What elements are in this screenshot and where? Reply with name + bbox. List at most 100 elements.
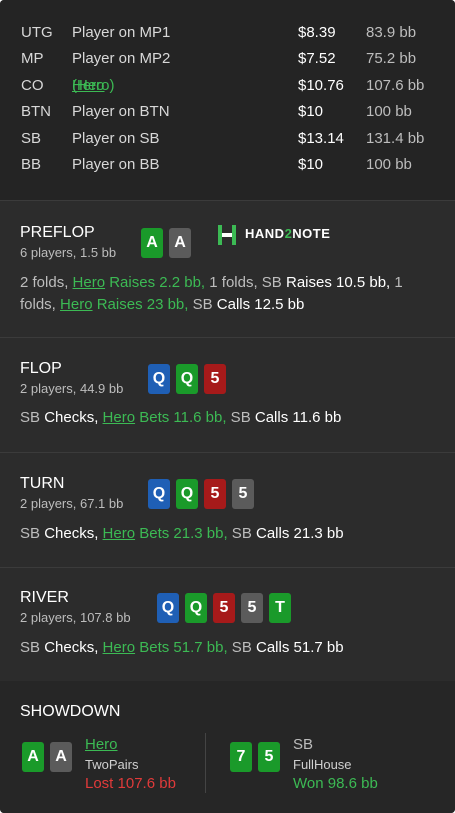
player-stack-bb: 107.6 bb <box>366 77 425 94</box>
board-card: Q <box>185 593 207 623</box>
seat-position: MP <box>21 50 44 67</box>
action-text: 1 folds, SB <box>205 274 286 291</box>
street-players: 2 players, 67.1 bb <box>20 496 124 511</box>
seat-position: UTG <box>21 24 53 41</box>
player-stack-bb: 100 bb <box>366 156 412 173</box>
hero-action: Raises 23 bb, <box>92 296 189 313</box>
hand-history-panel: UTG Player on MP1 $8.39 83.9 bb MP Playe… <box>0 0 455 813</box>
villain-showdown-card: 5 <box>258 742 280 772</box>
player-stack: $10.76 <box>298 77 344 94</box>
street-players: 6 players, 1.5 bb <box>20 245 117 260</box>
board-card: 5 <box>232 479 254 509</box>
action-text: SB <box>227 525 256 542</box>
hero-showdown-card: A <box>22 742 44 772</box>
seats-table: UTG Player on MP1 $8.39 83.9 bb MP Playe… <box>0 0 455 201</box>
player-stack-bb: 83.9 bb <box>366 24 417 41</box>
hole-card: A <box>169 228 191 258</box>
action-text: SB <box>20 525 45 542</box>
street-title: FLOP <box>20 360 62 377</box>
preflop-actions: 2 folds, Hero Raises 2.2 bb, 1 folds, SB… <box>20 272 430 316</box>
seat-position: SB <box>21 130 42 147</box>
action-text: SB <box>226 409 255 426</box>
seat-row-utg: UTG Player on MP1 $8.39 83.9 bb <box>0 21 455 45</box>
seat-row-co: CO Hero (Hero) $10.76 107.6 bb <box>0 74 455 98</box>
player-stack: $7.52 <box>298 50 336 67</box>
hero-tag: (Hero) <box>72 77 115 94</box>
showdown-villain-name: SB <box>293 736 314 753</box>
showdown-hero-result: Lost 107.6 bb <box>85 775 176 792</box>
turn-actions: SB Checks, Hero Bets 21.3 bb, SB Calls 2… <box>20 523 430 545</box>
villain-action: Calls 51.7 bb <box>256 639 344 656</box>
action-text: 1 <box>390 274 403 291</box>
street-players: 2 players, 44.9 bb <box>20 381 124 396</box>
hero-showdown-card: A <box>50 742 72 772</box>
seat-row-sb: SB Player on SB $13.14 131.4 bb <box>0 127 455 151</box>
board-card: Q <box>157 593 179 623</box>
showdown-hero-name: Hero <box>85 736 118 753</box>
board-card: Q <box>176 364 198 394</box>
board-card: Q <box>148 364 170 394</box>
player-stack-bb: 100 bb <box>366 103 412 120</box>
seat-position: BB <box>21 156 42 173</box>
hero-action: Bets 11.6 bb, <box>135 409 227 426</box>
board-card: Q <box>176 479 198 509</box>
logo-text-part: HAND <box>245 226 285 241</box>
preflop-section: PREFLOP 6 players, 1.5 bb A A 2 folds, H… <box>0 201 455 338</box>
showdown-villain-hand: FullHouse <box>293 757 352 772</box>
board-card: Q <box>148 479 170 509</box>
river-section: RIVER 2 players, 107.8 bb Q Q 5 5 T SB C… <box>0 568 455 681</box>
seat-position: BTN <box>21 103 51 120</box>
player-name: Player on MP1 <box>72 24 171 41</box>
hero-player-link[interactable]: Hero <box>103 525 136 542</box>
hero-action: Bets 21.3 bb, <box>135 525 228 542</box>
villain-action: Calls 21.3 bb <box>256 525 344 542</box>
villain-action: Calls 11.6 bb <box>254 409 342 426</box>
player-stack-bb: 75.2 bb <box>366 50 417 67</box>
player-stack: $10 <box>298 103 324 120</box>
seat-row-bb: BB Player on BB $10 100 bb <box>0 153 455 177</box>
hero-action: Bets 51.7 bb, <box>135 639 228 656</box>
flop-section: FLOP 2 players, 44.9 bb Q Q 5 SB Checks,… <box>0 338 455 453</box>
showdown-section: SHOWDOWN A A Hero TwoPairs Lost 107.6 bb… <box>0 681 455 813</box>
villain-action: Checks, <box>44 525 103 542</box>
showdown-title: SHOWDOWN <box>20 703 121 720</box>
hero-player-link[interactable]: Hero <box>85 736 118 753</box>
player-stack-bb: 131.4 bb <box>366 130 425 147</box>
street-players: 2 players, 107.8 bb <box>20 610 131 625</box>
player-stack: $10 <box>298 156 324 173</box>
board-card: T <box>269 593 291 623</box>
street-title: RIVER <box>20 589 69 606</box>
street-title: TURN <box>20 475 65 492</box>
player-stack: $13.14 <box>298 130 344 147</box>
seat-position: CO <box>21 77 44 94</box>
action-text: SB <box>20 639 45 656</box>
action-text: SB <box>188 296 217 313</box>
hero-player-link[interactable]: Hero <box>73 274 106 291</box>
hand2note-logo-text: HAND2NOTE <box>245 226 330 241</box>
action-text: SB <box>20 409 45 426</box>
player-name: Player on MP2 <box>72 50 171 67</box>
board-card: 5 <box>213 593 235 623</box>
action-line: 2 folds, Hero Raises 2.2 bb, 1 folds, SB… <box>20 272 430 294</box>
villain-action: Raises 10.5 bb, <box>285 274 391 291</box>
seat-row-mp: MP Player on MP2 $7.52 75.2 bb <box>0 47 455 71</box>
hero-player-link[interactable]: Hero <box>103 409 136 426</box>
hand2note-logo-icon <box>218 225 236 245</box>
showdown-divider <box>205 733 206 793</box>
board-card: 5 <box>204 364 226 394</box>
turn-section: TURN 2 players, 67.1 bb Q Q 5 5 SB Check… <box>0 453 455 568</box>
hero-action: Raises 2.2 bb, <box>105 274 206 291</box>
hero-player-link[interactable]: Hero <box>60 296 93 313</box>
hero-player-link[interactable]: Hero <box>103 639 136 656</box>
player-name: Player on SB <box>72 130 160 147</box>
logo-text-part: NOTE <box>292 226 331 241</box>
villain-action: Checks, <box>44 639 103 656</box>
board-card: 5 <box>204 479 226 509</box>
villain-showdown-card: 7 <box>230 742 252 772</box>
villain-action: Calls 12.5 bb <box>216 296 305 313</box>
river-actions: SB Checks, Hero Bets 51.7 bb, SB Calls 5… <box>20 637 430 659</box>
player-name: Player on BB <box>72 156 160 173</box>
action-line: folds, Hero Raises 23 bb, SB Calls 12.5 … <box>20 294 430 316</box>
flop-actions: SB Checks, Hero Bets 11.6 bb, SB Calls 1… <box>20 407 430 429</box>
hole-card: A <box>141 228 163 258</box>
